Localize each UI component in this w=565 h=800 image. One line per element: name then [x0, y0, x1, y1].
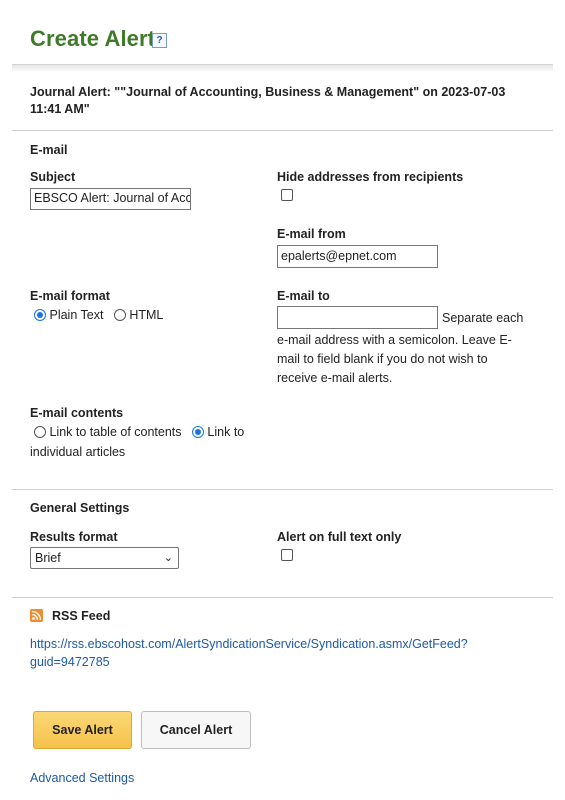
- results-format-label: Results format: [30, 530, 118, 544]
- email-to-input[interactable]: [277, 306, 438, 329]
- rss-feed-link[interactable]: https://rss.ebscohost.com/AlertSyndicati…: [30, 635, 550, 671]
- hide-addresses-label: Hide addresses from recipients: [277, 170, 464, 184]
- email-contents-label: E-mail contents: [30, 406, 124, 420]
- email-from-label: E-mail from: [277, 227, 346, 241]
- plain-text-label[interactable]: Plain Text: [49, 308, 103, 322]
- full-text-checkbox[interactable]: [281, 549, 293, 561]
- rss-url-line2[interactable]: guid=9472785: [30, 653, 550, 671]
- general-settings-title: General Settings: [30, 501, 130, 515]
- plain-text-radio[interactable]: [34, 309, 46, 321]
- chevron-down-icon: ⌄: [163, 552, 173, 564]
- help-icon[interactable]: ?: [152, 33, 167, 48]
- email-from-input[interactable]: epalerts@epnet.com: [277, 245, 438, 268]
- html-radio[interactable]: [113, 309, 126, 321]
- alert-description-line1: Journal Alert: ""Journal of Accounting, …: [30, 85, 506, 99]
- email-contents-options: Link to table of contents Link to: [34, 423, 244, 442]
- toc-radio[interactable]: [34, 426, 46, 438]
- divider: [12, 489, 553, 490]
- save-alert-button[interactable]: Save Alert: [33, 711, 132, 749]
- articles-label[interactable]: Link to: [207, 425, 244, 439]
- hide-addresses-checkbox[interactable]: [281, 189, 293, 201]
- divider: [12, 130, 553, 131]
- email-to-hint: e-mail address with a semicolon. Leave E…: [277, 331, 537, 388]
- articles-radio[interactable]: [191, 426, 204, 438]
- email-section-title: E-mail: [30, 143, 68, 157]
- subject-input[interactable]: EBSCO Alert: Journal of Acc: [30, 188, 191, 210]
- articles-label-cont: individual articles: [30, 445, 126, 459]
- subject-label: Subject: [30, 170, 76, 184]
- email-to-hint-line1: Separate each: [442, 311, 524, 325]
- rss-icon: [30, 609, 43, 622]
- email-to-hint-line3: mail to field blank if you do not wish t…: [277, 352, 488, 366]
- results-format-value: Brief: [35, 551, 61, 565]
- email-to-hint-line2: e-mail address with a semicolon. Leave E…: [277, 333, 512, 347]
- advanced-settings-link[interactable]: Advanced Settings: [30, 769, 134, 787]
- alert-description-line2: 11:41 AM": [30, 102, 90, 116]
- email-to-hint-line4: receive e-mail alerts.: [277, 371, 393, 385]
- email-format-options: Plain Text HTML: [34, 306, 163, 325]
- results-format-select[interactable]: Brief ⌄: [30, 547, 179, 569]
- header-bar: [12, 64, 553, 71]
- cancel-alert-button[interactable]: Cancel Alert: [141, 711, 251, 749]
- rss-feed-title: RSS Feed: [52, 609, 111, 623]
- divider: [12, 597, 553, 598]
- full-text-label: Alert on full text only: [277, 530, 402, 544]
- alert-description: Journal Alert: ""Journal of Accounting, …: [30, 84, 530, 118]
- page-title: Create Alert: [30, 26, 156, 51]
- toc-label[interactable]: Link to table of contents: [49, 425, 181, 439]
- email-format-label: E-mail format: [30, 289, 110, 303]
- html-label[interactable]: HTML: [129, 308, 163, 322]
- rss-url-line1[interactable]: https://rss.ebscohost.com/AlertSyndicati…: [30, 635, 550, 653]
- email-to-label: E-mail to: [277, 289, 330, 303]
